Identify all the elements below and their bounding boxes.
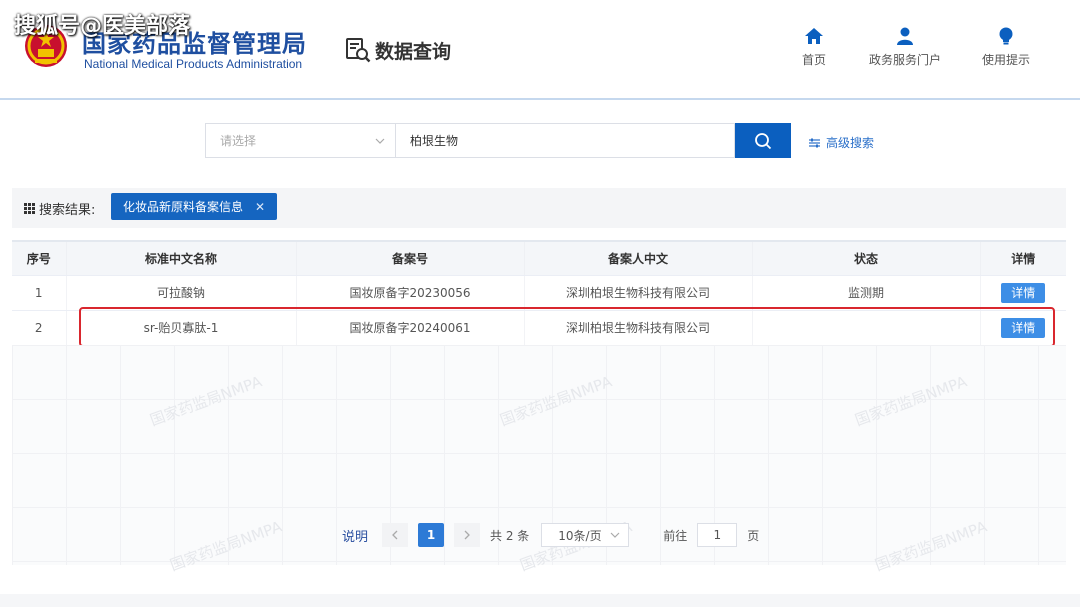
- goto-page-input[interactable]: 1: [697, 523, 738, 547]
- cell-applicant: 深圳柏垠生物科技有限公司: [524, 310, 753, 346]
- grid-icon: [24, 203, 35, 214]
- category-select[interactable]: 请选择: [205, 123, 395, 158]
- nav-service-portal[interactable]: 政务服务门户: [869, 27, 941, 68]
- advanced-search-link[interactable]: 高级搜索: [809, 134, 874, 151]
- nav-usage-tips-label: 使用提示: [982, 53, 1031, 67]
- filter-sliders-icon: [809, 138, 820, 147]
- chevron-right-icon: [464, 530, 470, 540]
- nav-service-portal-label: 政务服务门户: [869, 53, 942, 67]
- user-icon: [897, 27, 913, 45]
- page-number-current[interactable]: 1: [418, 523, 445, 547]
- results-category-tag[interactable]: 化妆品新原料备案信息 ✕: [111, 193, 278, 220]
- close-icon[interactable]: ✕: [255, 200, 265, 214]
- cell-applicant: 深圳柏垠生物科技有限公司: [524, 275, 753, 311]
- advanced-search-label: 高级搜索: [826, 136, 875, 150]
- lightbulb-icon: [999, 27, 1013, 45]
- cell-detail: 详情: [980, 275, 1066, 311]
- detail-button[interactable]: 详情: [1001, 317, 1046, 338]
- col-header-detail: 详情: [980, 240, 1066, 276]
- chevron-down-icon: [610, 532, 620, 538]
- search-input[interactable]: 柏垠生物: [395, 123, 735, 158]
- goto-label: 前往: [663, 528, 688, 543]
- category-select-placeholder: 请选择: [220, 134, 257, 148]
- search-bar: 请选择 柏垠生物: [205, 123, 791, 158]
- section-title-text: 数据查询: [375, 40, 452, 63]
- prev-page-button[interactable]: [382, 523, 409, 547]
- cell-status: [752, 310, 981, 346]
- col-header-name: 标准中文名称: [66, 240, 297, 276]
- detail-button[interactable]: 详情: [1001, 282, 1046, 303]
- col-header-applicant: 备案人中文: [524, 240, 753, 276]
- col-header-status: 状态: [752, 240, 981, 276]
- search-icon: [755, 132, 772, 149]
- document-search-icon: [346, 38, 371, 63]
- col-header-index: 序号: [12, 240, 67, 276]
- page-size-select[interactable]: 10条/页: [541, 523, 630, 547]
- cell-record-no: 国妆原备字20240061: [296, 310, 525, 346]
- results-category-tag-label: 化妆品新原料备案信息: [123, 200, 244, 214]
- site-header: 国家药品监督管理局 National Medical Products Admi…: [0, 0, 1080, 100]
- pagination: 说明 1 共 2 条 10条/页 前往 1 页: [342, 522, 759, 548]
- cell-index: 1: [12, 275, 67, 311]
- page-unit-label: 页: [747, 528, 760, 543]
- cell-index: 2: [12, 310, 67, 346]
- nav-home-label: 首页: [802, 53, 827, 67]
- home-icon: [805, 28, 823, 44]
- nav-usage-tips[interactable]: 使用提示: [982, 27, 1030, 68]
- goto-page-value: 1: [713, 528, 722, 542]
- table-row: 1 可拉酸钠 国妆原备字20230056 深圳柏垠生物科技有限公司 监测期 详情: [12, 275, 1066, 311]
- results-label-text: 搜索结果:: [39, 203, 96, 218]
- brand-name-en: National Medical Products Administration: [84, 57, 303, 71]
- background-watermark: 国家药监局NMPA: [497, 372, 615, 430]
- background-watermark: 国家药监局NMPA: [167, 517, 285, 575]
- page-size-value: 10条/页: [558, 528, 602, 543]
- chevron-down-icon: [375, 138, 385, 144]
- table-row: 2 sr-贻贝寡肽-1 国妆原备字20240061 深圳柏垠生物科技有限公司 详…: [12, 310, 1066, 346]
- col-header-record-no: 备案号: [296, 240, 525, 276]
- table-header-row: 序号 标准中文名称 备案号 备案人中文 状态 详情: [12, 240, 1066, 276]
- background-watermark: 国家药监局NMPA: [852, 372, 970, 430]
- search-button[interactable]: [735, 123, 791, 158]
- source-watermark: 搜狐号@医美部落: [14, 14, 191, 39]
- cell-name: 可拉酸钠: [66, 275, 297, 311]
- cell-name: sr-贻贝寡肽-1: [66, 310, 297, 346]
- results-label: 搜索结果:: [24, 199, 95, 218]
- results-table: 序号 标准中文名称 备案号 备案人中文 状态 详情 1 可拉酸钠 国妆原备字20…: [12, 240, 1066, 346]
- cell-detail: 详情: [980, 310, 1066, 346]
- footer-strip: [0, 594, 1080, 607]
- background-watermark: 国家药监局NMPA: [872, 517, 990, 575]
- cell-record-no: 国妆原备字20230056: [296, 275, 525, 311]
- next-page-button[interactable]: [454, 523, 481, 547]
- pagination-total: 共 2 条: [490, 528, 530, 543]
- results-bar: 搜索结果: 化妆品新原料备案信息 ✕: [12, 188, 1066, 228]
- pagination-note-link[interactable]: 说明: [342, 526, 368, 545]
- search-input-value: 柏垠生物: [410, 134, 459, 148]
- background-watermark: 国家药监局NMPA: [147, 372, 265, 430]
- section-title: 数据查询: [345, 36, 451, 64]
- cell-status: 监测期: [752, 275, 981, 311]
- nav-home[interactable]: 首页: [802, 27, 826, 68]
- chevron-left-icon: [392, 530, 398, 540]
